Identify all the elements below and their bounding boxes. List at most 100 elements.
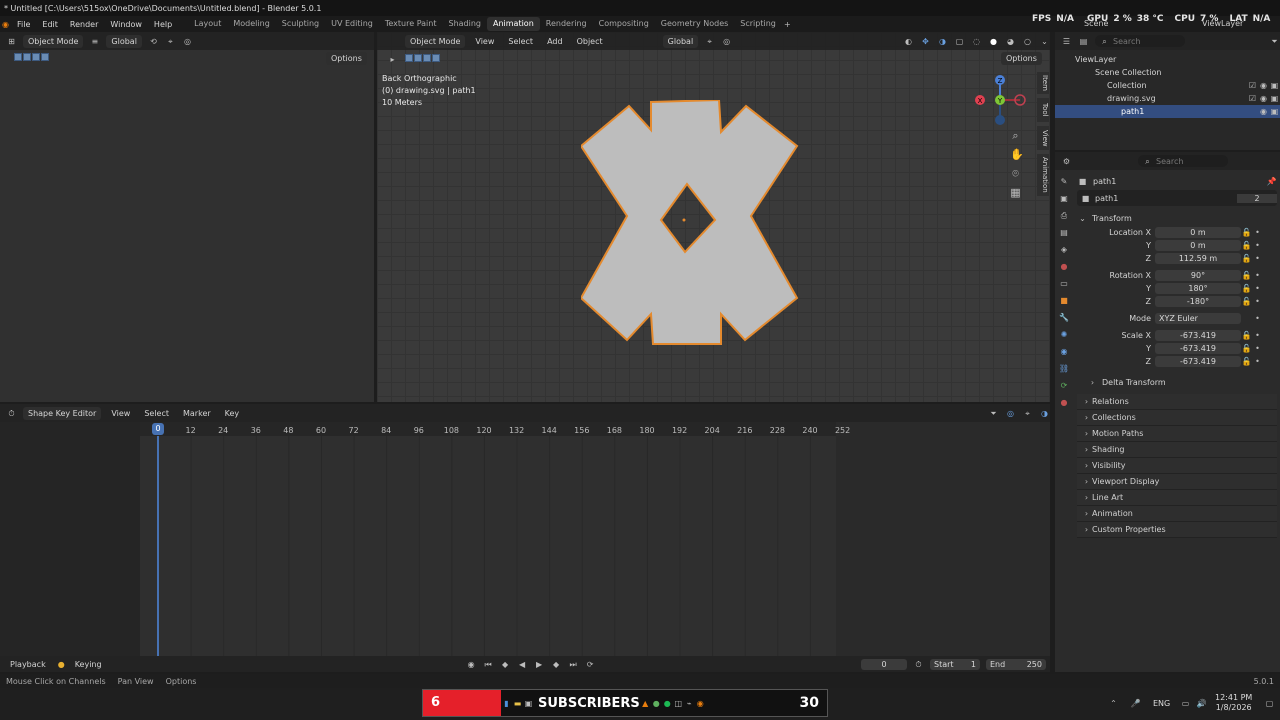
3d-viewport[interactable]: Object Mode View Select Add Object Globa… xyxy=(377,32,1050,402)
lock-icon[interactable]: 🔓 xyxy=(1241,343,1252,354)
checkbox-icon[interactable]: ☑ xyxy=(1247,80,1258,91)
outliner-item-selected[interactable]: path1 ◉ ▣ xyxy=(1055,105,1280,118)
world-tab-icon[interactable]: ● xyxy=(1059,261,1070,272)
taskbar-app-icon[interactable]: ▮ xyxy=(501,698,512,709)
snap-icon[interactable]: ⌖ xyxy=(704,36,715,47)
dopesheet-menu-view[interactable]: View xyxy=(107,409,134,418)
scale-y-field[interactable]: -673.419 xyxy=(1155,343,1241,354)
taskbar-app-icon[interactable]: ▲ xyxy=(640,698,651,709)
tab-scripting[interactable]: Scripting xyxy=(734,17,782,31)
pan-hand-icon[interactable]: ✋ xyxy=(1010,149,1024,160)
rotation-z-field[interactable]: -180° xyxy=(1155,296,1241,307)
material-tab-icon[interactable]: ● xyxy=(1059,397,1070,408)
tab-compositing[interactable]: Compositing xyxy=(593,17,655,31)
viewport-menu-object[interactable]: Object xyxy=(573,37,607,46)
rendered-shading-icon[interactable]: ○ xyxy=(1022,36,1033,47)
overlay-icon[interactable]: ◑ xyxy=(937,36,948,47)
properties-editor-icon[interactable]: ⚙ xyxy=(1061,156,1072,167)
left-editor[interactable]: ⊞ Object Mode ≡ Global ⟲ ⌖ ◎ Options xyxy=(0,32,374,402)
tool-tab-icon[interactable]: ✎ xyxy=(1059,176,1070,187)
section-visibility[interactable]: › Visibility xyxy=(1077,458,1277,474)
overlay-icon[interactable]: ◑ xyxy=(1039,408,1050,419)
solid-shading-icon[interactable]: ● xyxy=(988,36,999,47)
keyframe-dot-icon[interactable]: • xyxy=(1252,356,1263,367)
checkbox-icon[interactable]: ☑ xyxy=(1247,93,1258,104)
add-workspace-icon[interactable]: + xyxy=(782,19,793,30)
language-indicator[interactable]: ENG xyxy=(1153,699,1170,708)
jump-end-icon[interactable]: ⏭ xyxy=(568,659,579,670)
particles-tab-icon[interactable]: ✺ xyxy=(1059,329,1070,340)
output-tab-icon[interactable]: ⎙ xyxy=(1059,210,1070,221)
lock-icon[interactable]: 🔓 xyxy=(1241,270,1252,281)
shape-key-editor[interactable]: ⏱ Shape Key Editor View Select Marker Ke… xyxy=(0,404,1050,656)
start-frame-field[interactable]: Start 1 xyxy=(930,658,980,670)
network-icon[interactable]: ▭ xyxy=(1180,698,1191,709)
orientation-dropdown[interactable]: Global xyxy=(106,34,142,48)
editor-mode-dropdown[interactable]: Shape Key Editor xyxy=(23,406,102,420)
microphone-icon[interactable]: 🎤 xyxy=(1130,698,1141,709)
material-shading-icon[interactable]: ◕ xyxy=(1005,36,1016,47)
tool-select-icon[interactable]: ▸ xyxy=(387,54,398,65)
keyframe-dot-icon[interactable]: • xyxy=(1252,270,1263,281)
section-viewport-display[interactable]: › Viewport Display xyxy=(1077,474,1277,490)
properties-editor[interactable]: ⚙ ⌕ Search ✎ ▣ ⎙ ▤ ◈ ● ▭ ■ 🔧 ✺ ◉ ⛓ ⟳ ● ■… xyxy=(1055,152,1280,672)
record-icon[interactable]: ◉ xyxy=(466,659,477,670)
tab-geometry-nodes[interactable]: Geometry Nodes xyxy=(655,17,734,31)
editor-type-icon[interactable]: ⏱ xyxy=(6,408,17,419)
tab-layout[interactable]: Layout xyxy=(188,17,227,31)
blender-taskbar-icon[interactable]: ◉ xyxy=(695,698,706,709)
volume-icon[interactable]: 🔊 xyxy=(1196,698,1207,709)
xray-icon[interactable]: ▢ xyxy=(954,36,965,47)
scale-z-field[interactable]: -673.419 xyxy=(1155,356,1241,367)
left-options-button[interactable]: Options xyxy=(326,52,367,65)
object-mode-dropdown[interactable]: Object Mode xyxy=(23,34,84,48)
modifier-tab-icon[interactable]: 🔧 xyxy=(1059,312,1070,323)
section-relations[interactable]: › Relations xyxy=(1077,394,1277,410)
play-icon[interactable]: ▶ xyxy=(534,659,545,670)
outliner-editor-icon[interactable]: ☰ xyxy=(1061,36,1072,47)
render-tab-icon[interactable]: ▣ xyxy=(1059,193,1070,204)
lock-icon[interactable]: 🔓 xyxy=(1241,240,1252,251)
viewport-options-button[interactable]: Options xyxy=(1001,52,1042,65)
collection-tab-icon[interactable]: ▭ xyxy=(1059,278,1070,289)
dopesheet-menu-select[interactable]: Select xyxy=(140,409,173,418)
proportional-icon[interactable]: ◎ xyxy=(1005,408,1016,419)
next-keyframe-icon[interactable]: ◆ xyxy=(551,659,562,670)
lock-icon[interactable]: 🔓 xyxy=(1241,253,1252,264)
tab-animation[interactable]: Animation xyxy=(486,17,540,31)
svg-shape-object[interactable] xyxy=(581,100,799,346)
play-reverse-icon[interactable]: ◀ xyxy=(517,659,528,670)
end-frame-field[interactable]: End 250 xyxy=(986,658,1046,670)
side-tab-item[interactable]: Item xyxy=(1037,72,1049,94)
outliner-item[interactable]: Scene Collection xyxy=(1055,66,1280,79)
section-shading[interactable]: › Shading xyxy=(1077,442,1277,458)
keyframe-dot-icon[interactable]: • xyxy=(1252,313,1263,324)
display-mode-icon[interactable]: ▤ xyxy=(1078,36,1089,47)
dopesheet-menu-marker[interactable]: Marker xyxy=(179,409,215,418)
clock-icon[interactable]: ⏱ xyxy=(913,659,924,670)
eye-icon[interactable]: ◉ xyxy=(1258,93,1269,104)
pivot-icon[interactable]: ⟲ xyxy=(148,36,159,47)
viewport-orientation-dropdown[interactable]: Global xyxy=(662,34,699,48)
current-frame-field[interactable]: 0 xyxy=(861,658,907,670)
playback-menu[interactable]: Playback xyxy=(6,660,50,669)
object-tab-icon[interactable]: ■ xyxy=(1059,295,1070,306)
view-layer-tab-icon[interactable]: ▤ xyxy=(1059,227,1070,238)
lock-icon[interactable]: 🔓 xyxy=(1241,296,1252,307)
outliner-item[interactable]: ViewLayer xyxy=(1055,53,1280,66)
visibility-icon[interactable]: ◐ xyxy=(903,36,914,47)
hamburger-icon[interactable]: ≡ xyxy=(89,36,100,47)
properties-search-field[interactable]: ⌕ Search xyxy=(1138,155,1228,167)
tab-shading[interactable]: Shading xyxy=(442,17,487,31)
rotation-y-field[interactable]: 180° xyxy=(1155,283,1241,294)
outliner[interactable]: ☰ ▤ ⌕ Search ⏷ ViewLayer Scene Collectio… xyxy=(1055,32,1280,150)
lock-icon[interactable]: 🔓 xyxy=(1241,330,1252,341)
shape-path[interactable] xyxy=(581,100,799,345)
file-explorer-icon[interactable]: ▬ xyxy=(512,698,523,709)
pin-icon[interactable]: 📌 xyxy=(1266,176,1277,187)
view-layer-selector[interactable]: ViewLayer xyxy=(1202,19,1243,28)
object-datablock-field[interactable]: ■ path1 2 xyxy=(1077,190,1277,206)
taskbar-app-icon[interactable]: ◫ xyxy=(673,698,684,709)
gizmo-icon[interactable]: ✥ xyxy=(920,36,931,47)
rotation-mode-dropdown[interactable]: XYZ Euler xyxy=(1155,313,1241,324)
